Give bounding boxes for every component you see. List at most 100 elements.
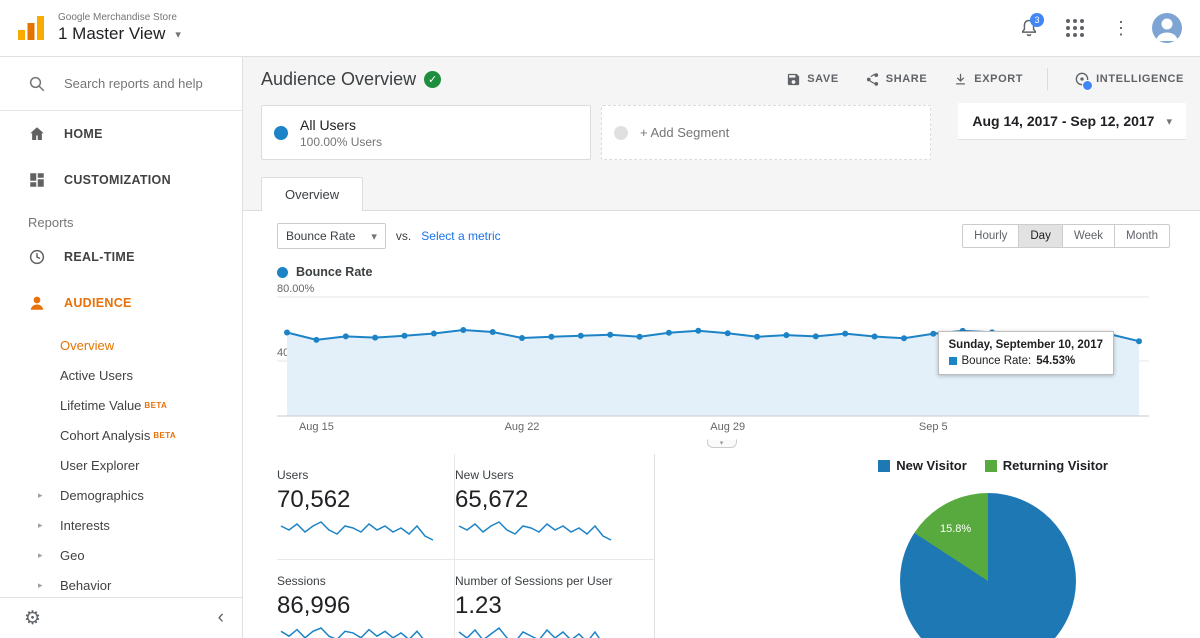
topbar: Google Merchandise Store 1 Master View ▾… xyxy=(0,0,1200,57)
account-name: Google Merchandise Store xyxy=(58,12,181,23)
audience-label: AUDIENCE xyxy=(64,296,132,310)
metrics-section: Users 70,562 New Users 65,672 Sessions 8… xyxy=(243,448,1200,638)
sidebar-item-behavior[interactable]: ▸ Behavior xyxy=(0,570,242,600)
customization-label: CUSTOMIZATION xyxy=(64,173,171,187)
granularity-day[interactable]: Day xyxy=(1018,224,1062,248)
timeline-expander[interactable]: ▾ xyxy=(707,439,737,448)
svg-text:Aug 29: Aug 29 xyxy=(710,421,745,433)
segment-subtitle: 100.00% Users xyxy=(300,135,382,149)
settings-gear-icon[interactable]: ⚙ xyxy=(24,607,41,630)
expand-arrow-icon: ▸ xyxy=(38,520,43,531)
search-icon xyxy=(28,75,46,93)
add-segment-label: + Add Segment xyxy=(640,125,729,140)
metric-card-sessions-per-user[interactable]: Number of Sessions per User 1.23 xyxy=(455,560,655,638)
sidebar-item-demographics[interactable]: ▸ Demographics xyxy=(0,480,242,510)
select-metric-link[interactable]: Select a metric xyxy=(421,229,500,243)
segment-bar: All Users 100.00% Users + Add Segment Au… xyxy=(243,101,1200,172)
beta-badge: BETA xyxy=(144,401,167,410)
audience-person-icon xyxy=(28,294,46,312)
metric-grid: Users 70,562 New Users 65,672 Sessions 8… xyxy=(277,454,655,638)
verified-check-icon: ✓ xyxy=(424,71,441,88)
share-button[interactable]: SHARE xyxy=(865,72,928,87)
expand-arrow-icon: ▸ xyxy=(38,550,43,561)
reports-section-label: Reports xyxy=(28,215,242,230)
svg-text:Aug 22: Aug 22 xyxy=(505,421,540,433)
apps-grid-button[interactable] xyxy=(1058,11,1092,45)
notifications-button[interactable]: 3 xyxy=(1012,11,1046,45)
legend-item-returning-visitor[interactable]: Returning Visitor xyxy=(985,458,1108,473)
tooltip-date: Sunday, September 10, 2017 xyxy=(949,339,1103,351)
sidebar-item-customization[interactable]: CUSTOMIZATION xyxy=(0,157,242,203)
view-name: 1 Master View xyxy=(58,24,165,44)
person-icon xyxy=(1152,13,1182,43)
sidebar-item-audience[interactable]: AUDIENCE xyxy=(0,280,242,326)
new-visitor-swatch-icon xyxy=(878,460,890,472)
pie-returning-visitor-label: 15.8% xyxy=(940,523,971,535)
main-content: Audience Overview ✓ SAVE SHARE xyxy=(243,57,1200,638)
sidebar-item-interests[interactable]: ▸ Interests xyxy=(0,510,242,540)
returning-visitor-swatch-icon xyxy=(985,460,997,472)
chevron-down-icon: ▾ xyxy=(371,230,377,243)
sidebar-item-geo[interactable]: ▸ Geo xyxy=(0,540,242,570)
save-icon xyxy=(786,72,801,87)
download-icon xyxy=(953,72,968,87)
intelligence-badge xyxy=(1082,80,1093,91)
svg-text:Sep 5: Sep 5 xyxy=(919,421,948,433)
analytics-bars-icon xyxy=(16,14,46,42)
legend-item-new-visitor[interactable]: New Visitor xyxy=(878,458,967,473)
visitor-type-pie-chart[interactable]: 15.8% 84.2% xyxy=(900,493,1076,638)
timeseries-chart-wrap: 80.00%40.00%Aug 15Aug 22Aug 29Sep 5 Sund… xyxy=(243,281,1200,440)
sessions-sparkline xyxy=(277,622,440,638)
sidebar-item-cohort-analysis[interactable]: Cohort Analysis BETA xyxy=(0,420,242,450)
sidebar-footer: ⚙ ‹ xyxy=(0,597,242,638)
overview-panel: Bounce Rate ▾ vs. Select a metric Hourly… xyxy=(243,210,1200,638)
bounce-rate-dot-icon xyxy=(277,267,288,278)
tab-overview[interactable]: Overview xyxy=(261,177,363,211)
beta-badge: BETA xyxy=(153,431,176,440)
metric-card-new-users[interactable]: New Users 65,672 xyxy=(455,454,655,560)
granularity-hourly[interactable]: Hourly xyxy=(962,224,1019,248)
tooltip-swatch-icon xyxy=(949,357,957,365)
intelligence-button[interactable]: INTELLIGENCE xyxy=(1074,71,1184,87)
granularity-week[interactable]: Week xyxy=(1062,224,1115,248)
realtime-label: REAL-TIME xyxy=(64,250,135,264)
bounce-rate-legend-label: Bounce Rate xyxy=(296,265,372,279)
visitor-type-legend: New Visitor Returning Visitor xyxy=(878,458,1108,473)
granularity-month[interactable]: Month xyxy=(1114,224,1170,248)
sidebar-search[interactable]: Search reports and help xyxy=(0,57,242,111)
sidebar-item-realtime[interactable]: REAL-TIME xyxy=(0,234,242,280)
segment-donut-icon xyxy=(274,126,288,140)
overview-label: Overview xyxy=(60,338,114,353)
sidebar-item-lifetime-value[interactable]: Lifetime Value BETA xyxy=(0,390,242,420)
search-input[interactable]: Search reports and help xyxy=(64,76,203,91)
sidebar: Search reports and help HOME CUSTOMIZATI… xyxy=(0,57,243,638)
more-menu-button[interactable]: ⋮ xyxy=(1104,11,1138,45)
export-button[interactable]: EXPORT xyxy=(953,72,1023,87)
tabs-row: Overview xyxy=(243,172,1200,210)
sidebar-item-user-explorer[interactable]: User Explorer xyxy=(0,450,242,480)
tooltip-metric: Bounce Rate: xyxy=(962,355,1032,367)
new-users-sparkline xyxy=(455,516,641,551)
tooltip-value: 54.53% xyxy=(1036,355,1075,367)
metric-card-sessions[interactable]: Sessions 86,996 xyxy=(277,560,455,638)
add-segment-button[interactable]: + Add Segment xyxy=(601,105,931,160)
svg-text:80.00%: 80.00% xyxy=(277,283,315,295)
collapse-sidebar-button[interactable]: ‹ xyxy=(218,607,224,629)
save-button[interactable]: SAVE xyxy=(786,72,839,87)
segment-title: All Users xyxy=(300,117,382,133)
segment-donut-gray-icon xyxy=(614,126,628,140)
sidebar-item-active-users[interactable]: Active Users xyxy=(0,360,242,390)
svg-text:Aug 15: Aug 15 xyxy=(299,421,334,433)
notifications-badge: 3 xyxy=(1030,13,1044,27)
metric-selector[interactable]: Bounce Rate ▾ xyxy=(277,223,386,249)
sidebar-item-overview[interactable]: Overview xyxy=(0,330,242,360)
users-sparkline xyxy=(277,516,440,551)
avatar[interactable] xyxy=(1152,13,1182,43)
google-analytics-logo[interactable] xyxy=(16,14,46,42)
sidebar-item-home[interactable]: HOME xyxy=(0,111,242,157)
account-view-switcher[interactable]: Google Merchandise Store 1 Master View ▾ xyxy=(58,12,181,44)
report-header: Audience Overview ✓ SAVE SHARE xyxy=(243,57,1200,101)
metric-card-users[interactable]: Users 70,562 xyxy=(277,454,455,560)
segment-all-users[interactable]: All Users 100.00% Users xyxy=(261,105,591,160)
date-range-picker[interactable]: Aug 14, 2017 - Sep 12, 2017 ▾ xyxy=(958,103,1186,140)
